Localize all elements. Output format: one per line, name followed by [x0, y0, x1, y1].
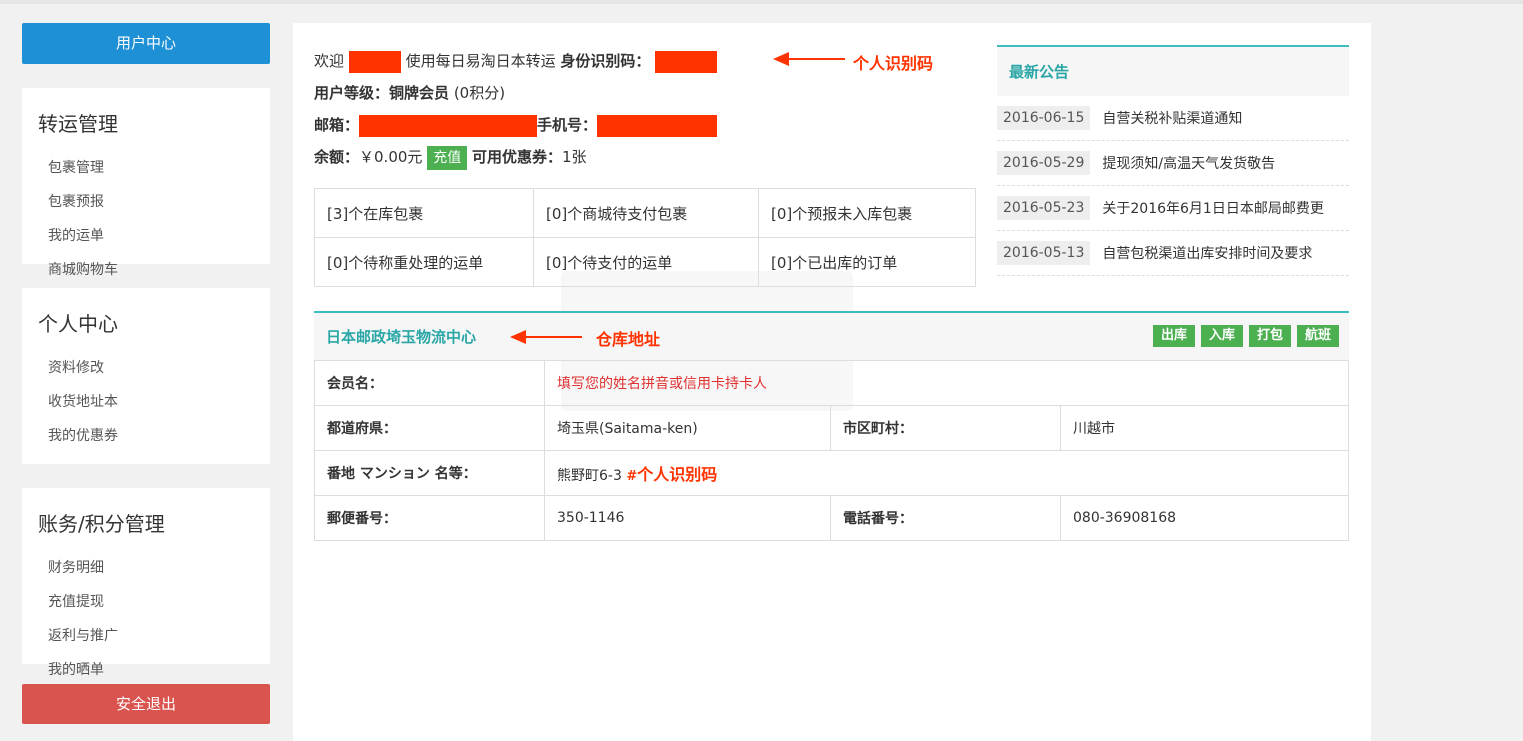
recharge-button[interactable]: 充值 — [427, 145, 468, 170]
tel-value: 080-36908168 — [1060, 495, 1349, 541]
city-value: 川越市 — [1060, 405, 1349, 451]
sidebar-section-personal: 个人中心 资料修改 收货地址本 我的优惠券 — [22, 288, 270, 464]
section-title: 转运管理 — [38, 112, 118, 136]
city-label: 市区町村： — [830, 405, 1061, 451]
stat-mall-unpaid[interactable]: [0]个商城待支付包裹 — [533, 188, 759, 238]
table-row: [0]个待称重处理的运单 [0]个待支付的运单 [0]个已出库的订单 — [314, 237, 976, 287]
address-value: 熊野町6-3 — [557, 468, 622, 484]
annotation-inline-id: 个人识别码 — [637, 465, 718, 484]
sidebar-item-profile[interactable]: 资料修改 — [38, 351, 254, 385]
sidebar-item-finance-detail[interactable]: 财务明细 — [38, 551, 150, 585]
sidebar-item-rebate[interactable]: 返利与推广 — [38, 619, 254, 653]
stats-table: [3]个在库包裹 [0]个商城待支付包裹 [0]个预报未入库包裹 [0]个待称重… — [314, 188, 976, 287]
sidebar-section-finance: 账务/积分管理 财务明细 充值提现 返利与推广 我的晒单 — [22, 488, 270, 678]
stat-weigh-pending[interactable]: [0]个待称重处理的运单 — [314, 237, 534, 287]
inbound-button[interactable]: 入库 — [1200, 325, 1243, 347]
points: (0积分) — [453, 84, 506, 102]
pack-button[interactable]: 打包 — [1248, 325, 1291, 347]
logout-button[interactable]: 安全退出 — [22, 684, 270, 724]
top-border — [0, 0, 1523, 4]
warehouse-header: 日本邮政埼玉物流中心 仓库地址 出库 入库 打包 航班 — [314, 311, 1349, 360]
notice-date: 2016-05-13 — [997, 241, 1091, 265]
redacted-username — [348, 50, 401, 73]
email-label: 邮箱： — [314, 116, 360, 134]
id-label: 身份识别码： — [560, 52, 651, 70]
sidebar-item-recharge-withdraw[interactable]: 充值提现 — [38, 585, 150, 619]
annotation-id-code: 个人识别码 — [853, 54, 934, 73]
sidebar-item-my-shares[interactable]: 我的晒单 — [38, 653, 254, 687]
redacted-email — [359, 114, 538, 137]
list-item[interactable]: 2016-06-15 自营关税补贴渠道通知 — [997, 96, 1349, 141]
redacted-id — [655, 50, 718, 73]
annotation-warehouse: 仓库地址 — [596, 330, 661, 349]
coupon-label: 可用优惠券： — [471, 148, 562, 166]
notice-panel: 最新公告 2016-06-15 自营关税补贴渠道通知 2016-05-29 提现… — [997, 45, 1349, 276]
arrow-line — [524, 336, 582, 338]
section-title: 个人中心 — [38, 312, 118, 336]
balance-label: 余额： — [314, 148, 360, 166]
welcome-middle: 使用每日易淘日本转运 — [405, 52, 556, 70]
notice-link[interactable]: 自营包税渠道出库安排时间及要求 — [1102, 243, 1312, 263]
phone-label: 手机号： — [537, 116, 598, 134]
sidebar-item-package-forecast[interactable]: 包裹预报 — [38, 185, 150, 219]
warehouse-title: 日本邮政埼玉物流中心 — [326, 328, 477, 346]
notice-link[interactable]: 自营关税补贴渠道通知 — [1102, 108, 1242, 128]
notice-link[interactable]: 提现须知/高温天气发货敬告 — [1102, 153, 1275, 173]
section-title: 账务/积分管理 — [38, 512, 165, 536]
table-row: 郵便番号： 350-1146 電話番号： 080-36908168 — [314, 495, 1349, 541]
sidebar-item-coupons[interactable]: 我的优惠券 — [38, 419, 254, 453]
sidebar-item-cart[interactable]: 商城购物车 — [38, 253, 150, 287]
main-panel: 欢迎 使用每日易淘日本转运 身份识别码： 用户等级：铜牌会员 (0积分) 邮箱：… — [293, 23, 1371, 741]
sidebar: 用户中心 转运管理 包裹管理 包裹预报 我的运单 商城购物车 个人中心 资料修改… — [22, 23, 270, 724]
stat-forecast[interactable]: [0]个预报未入库包裹 — [758, 188, 976, 238]
table-row: [3]个在库包裹 [0]个商城待支付包裹 [0]个预报未入库包裹 — [314, 188, 976, 238]
notice-link[interactable]: 关于2016年6月1日日本邮局邮费更 — [1102, 198, 1323, 218]
table-row: 都道府県： 埼玉県(Saitama-ken) 市区町村： 川越市 — [314, 405, 1349, 451]
zip-value: 350-1146 — [544, 495, 831, 541]
level-label: 用户等级： — [314, 84, 390, 102]
prefecture-value: 埼玉県(Saitama-ken) — [544, 405, 831, 451]
warehouse-actions: 出库 入库 打包 航班 — [1152, 325, 1339, 347]
warehouse-address-table: 会员名： 填写您的姓名拼音或信用卡持卡人 都道府県： 埼玉県(Saitama-k… — [314, 360, 1349, 541]
list-item[interactable]: 2016-05-29 提现须知/高温天气发货敬告 — [997, 141, 1349, 186]
notice-date: 2016-05-23 — [997, 196, 1091, 220]
list-item[interactable]: 2016-05-13 自营包税渠道出库安排时间及要求 — [997, 231, 1349, 276]
level-value: 铜牌会员 — [389, 84, 450, 102]
stat-in-stock[interactable]: [3]个在库包裹 — [314, 188, 534, 238]
sidebar-item-my-waybill[interactable]: 我的运单 — [38, 219, 150, 253]
user-center-button[interactable]: 用户中心 — [22, 23, 270, 64]
warehouse-panel: 日本邮政埼玉物流中心 仓库地址 出库 入库 打包 航班 会员名： 填写您的姓名拼… — [314, 311, 1349, 541]
coupon-value: 1张 — [562, 148, 587, 166]
member-label: 会员名： — [314, 360, 545, 406]
arrow-line — [787, 58, 845, 60]
notice-title: 最新公告 — [997, 45, 1349, 96]
flight-button[interactable]: 航班 — [1296, 325, 1339, 347]
balance-value: ￥0.00元 — [359, 148, 423, 166]
address-cell: 熊野町6-3 #个人识别码 — [544, 450, 1349, 496]
outbound-button[interactable]: 出库 — [1152, 325, 1195, 347]
address-label: 番地 マンション 名等： — [314, 450, 545, 496]
stat-waybill-unpaid[interactable]: [0]个待支付的运单 — [533, 237, 759, 287]
sidebar-item-address-book[interactable]: 收货地址本 — [38, 385, 254, 419]
welcome-prefix: 欢迎 — [314, 52, 345, 70]
list-item[interactable]: 2016-05-23 关于2016年6月1日日本邮局邮费更 — [997, 186, 1349, 231]
sidebar-item-package-manage[interactable]: 包裹管理 — [38, 151, 150, 185]
sidebar-section-shipping: 转运管理 包裹管理 包裹预报 我的运单 商城购物车 — [22, 88, 270, 278]
zip-label: 郵便番号： — [314, 495, 545, 541]
redacted-phone — [597, 114, 718, 137]
table-row: 番地 マンション 名等： 熊野町6-3 #个人识别码 — [314, 450, 1349, 496]
tel-label: 電話番号： — [830, 495, 1061, 541]
member-value: 填写您的姓名拼音或信用卡持卡人 — [544, 360, 1349, 406]
table-row: 会员名： 填写您的姓名拼音或信用卡持卡人 — [314, 360, 1349, 406]
notice-date: 2016-06-15 — [997, 106, 1091, 130]
prefecture-label: 都道府県： — [314, 405, 545, 451]
stat-shipped[interactable]: [0]个已出库的订单 — [758, 237, 976, 287]
address-hash: # — [626, 469, 638, 484]
notice-date: 2016-05-29 — [997, 151, 1091, 175]
